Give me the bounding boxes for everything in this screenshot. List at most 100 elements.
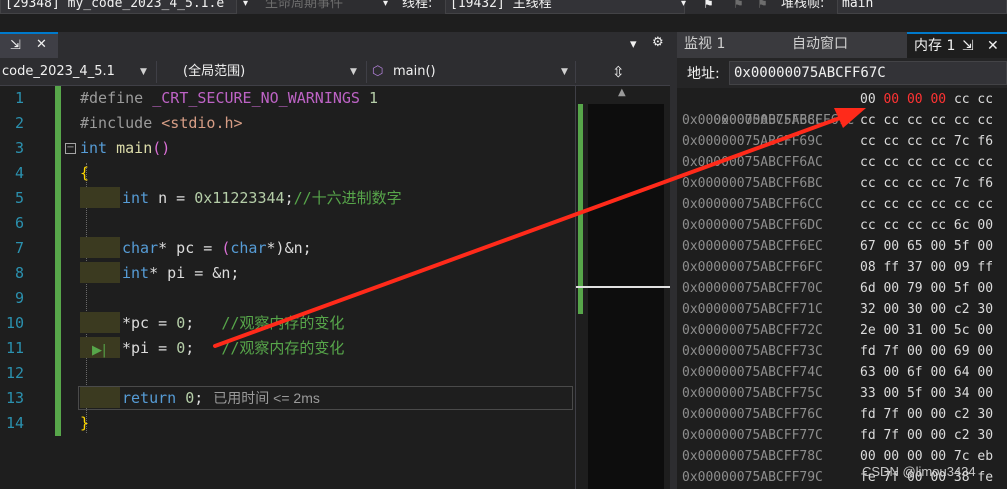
code-editor[interactable]: 1 #define _CRT_SECURE_NO_WARNINGS 1 2 #i…	[0, 86, 575, 489]
memory-address: 0x00000075ABCFF77C	[682, 428, 823, 443]
code-line: 2 #include <stdio.h>	[0, 111, 575, 136]
memory-address: 0x00000075ABCFF69C	[682, 134, 823, 149]
memory-bytes: cc cc cc cc 7c f6	[860, 131, 993, 152]
byte-group: 00 31 00 5c 00	[883, 323, 994, 338]
hex-literal: 0x11223344	[194, 189, 285, 207]
line-number: 9	[14, 289, 24, 307]
memory-row: 0x00000075ABCFF77C fd 7f 00 00 c2 30	[682, 425, 993, 446]
code-line: 1 #define _CRT_SECURE_NO_WARNINGS 1	[0, 86, 575, 111]
memory-address: 0x00000075ABCFF6BC	[682, 176, 823, 191]
memory-row: 0x00000075ABCFF68C cc cc cc cc cc cc	[682, 110, 993, 131]
code-line: 12	[0, 361, 575, 386]
memory-bytes: fd 7f 00 00 c2 30	[860, 404, 993, 425]
thread-selector[interactable]: [19432] 主线程	[445, 0, 685, 14]
gear-icon[interactable]: ⚙	[652, 35, 664, 50]
tab-label: 内存 1	[914, 38, 956, 54]
minimap-viewport[interactable]	[588, 104, 664, 489]
memory-bytes: 08 ff 37 00 09 ff	[860, 257, 993, 278]
project-dropdown-icon[interactable]: ▼	[140, 61, 147, 83]
memory-bytes: cc cc cc cc 7c f6	[860, 173, 993, 194]
memory-address: 0x00000075ABCFF75C	[682, 386, 823, 401]
byte: cc	[860, 197, 876, 212]
active-editor-tab[interactable]: ⇲ ✕	[0, 32, 58, 58]
process-dropdown-icon[interactable]: ▾	[243, 0, 248, 14]
code-text: *pc =	[122, 314, 177, 332]
memory-address: 0x00000075ABCFF6EC	[682, 239, 823, 254]
code-line: 6	[0, 211, 575, 236]
memory-row: 0x00000075ABCFF6BC cc cc cc cc 7c f6	[682, 173, 993, 194]
flag-icon[interactable]: ⚑	[703, 0, 714, 14]
line-number: 13	[5, 389, 24, 407]
semicolon: ;	[284, 189, 294, 207]
keyword: char	[230, 239, 267, 257]
byte: 63	[860, 365, 876, 380]
close-icon[interactable]: ✕	[987, 34, 999, 58]
memory-bytes: 33 00 5f 00 34 00	[860, 383, 993, 404]
memory-bytes: 6d 00 79 00 5f 00	[860, 278, 993, 299]
process-selector[interactable]: [29348] my_code_2023_4_5.1.e	[0, 0, 237, 14]
filter-icon[interactable]: ⚑	[733, 0, 744, 14]
minimap-change-bar	[578, 104, 583, 314]
byte-group: cc cc cc cc cc	[883, 197, 994, 212]
scope-dropdown[interactable]: (全局范围)	[183, 61, 245, 83]
memory-row: 0x00000075ABCFF74C 63 00 6f 00 64 00	[682, 362, 993, 383]
tab-list-dropdown-icon[interactable]: ▾	[630, 37, 637, 52]
address-input[interactable]: 0x00000075ABCFF67C	[729, 61, 1007, 85]
byte-group: ff 37 00 09 ff	[883, 260, 994, 275]
code-text: * pi = &n;	[149, 264, 240, 282]
memory-row: 0x00000075ABCFF75C 33 00 5f 00 34 00	[682, 383, 993, 404]
keyword: int	[122, 264, 150, 282]
pin-icon[interactable]: ⇲	[962, 34, 974, 58]
function-dropdown-icon[interactable]: ▼	[561, 61, 568, 83]
minimap-scrollbar[interactable]: ▲	[575, 86, 671, 489]
byte-group: cc cc cc 6c 00	[883, 218, 994, 233]
byte: fd	[860, 428, 876, 443]
keyword: return	[122, 389, 177, 407]
memory-row: 0x00000075ABCFF6AC cc cc cc cc cc cc	[682, 152, 993, 173]
lifecycle-events-button[interactable]: 生命周期事件	[265, 0, 343, 14]
code-text: *pi =	[122, 339, 177, 357]
panel-splitter[interactable]	[670, 32, 677, 489]
memory-bytes: 2e 00 31 00 5c 00	[860, 320, 993, 341]
collapse-icon[interactable]: −	[65, 143, 76, 154]
line-number: 5	[14, 189, 24, 207]
run-to-click-icon[interactable]: ▶|	[92, 343, 106, 358]
scroll-up-icon[interactable]: ▲	[618, 87, 626, 98]
memory-bytes: 32 00 30 00 c2 30	[860, 299, 993, 320]
semicolon: ;	[194, 389, 204, 407]
elapsed-time-hint: 已用时间 <= 2ms	[213, 390, 320, 406]
memory-view[interactable]: 0x00000075ABCFF67C 00 00 00 00 cc cc 0x0…	[677, 88, 1007, 489]
thread-dropdown-icon[interactable]: ▾	[681, 0, 686, 14]
lifecycle-dropdown-icon[interactable]: ▾	[383, 0, 388, 14]
inline-hint-marker	[80, 187, 120, 208]
tab-memory-1[interactable]: 内存 1 ⇲ ✕	[907, 32, 1007, 58]
inline-hint-marker	[80, 312, 120, 333]
tab-autos[interactable]: 自动窗口	[785, 32, 907, 58]
byte: 67	[860, 239, 876, 254]
pin-icon[interactable]: ⇲	[10, 38, 21, 53]
byte: cc	[860, 134, 876, 149]
inline-hint-marker	[80, 262, 120, 283]
scope-dropdown-icon[interactable]: ▼	[350, 61, 357, 83]
project-dropdown[interactable]: code_2023_4_5.1	[2, 61, 115, 83]
memory-bytes: cc cc cc cc cc cc	[860, 110, 993, 131]
function-dropdown[interactable]: main()	[393, 61, 436, 83]
split-editor-icon[interactable]: ⇳	[612, 61, 625, 83]
memory-row: 0x00000075ABCFF71C 32 00 30 00 c2 30	[682, 299, 993, 320]
code-line: 9	[0, 286, 575, 311]
watermark: CSDN @limou3434	[862, 464, 976, 479]
stackframe-selector[interactable]: main	[837, 0, 1007, 14]
close-icon[interactable]: ✕	[36, 37, 47, 52]
byte-group: 00 30 00 c2 30	[883, 302, 994, 317]
code-text: &n;	[284, 239, 312, 257]
debug-toolbar: [29348] my_code_2023_4_5.1.e ▾ 生命周期事件 ▾ …	[0, 0, 1007, 14]
tool-window-tabs: 监视 1 自动窗口 内存 1 ⇲ ✕	[677, 32, 1007, 58]
toggle-icon[interactable]: ⚑	[757, 0, 768, 14]
memory-address: 0x00000075ABCFF71C	[682, 302, 823, 317]
tab-watch-1[interactable]: 监视 1	[677, 32, 785, 58]
line-number: 14	[5, 414, 24, 432]
line-number: 2	[14, 114, 24, 132]
editor-tab-strip: ⇲ ✕ ▾ ⚙	[0, 32, 670, 58]
byte-group: cc cc cc 7c f6	[883, 176, 994, 191]
cube-icon: ⬡	[372, 64, 384, 79]
